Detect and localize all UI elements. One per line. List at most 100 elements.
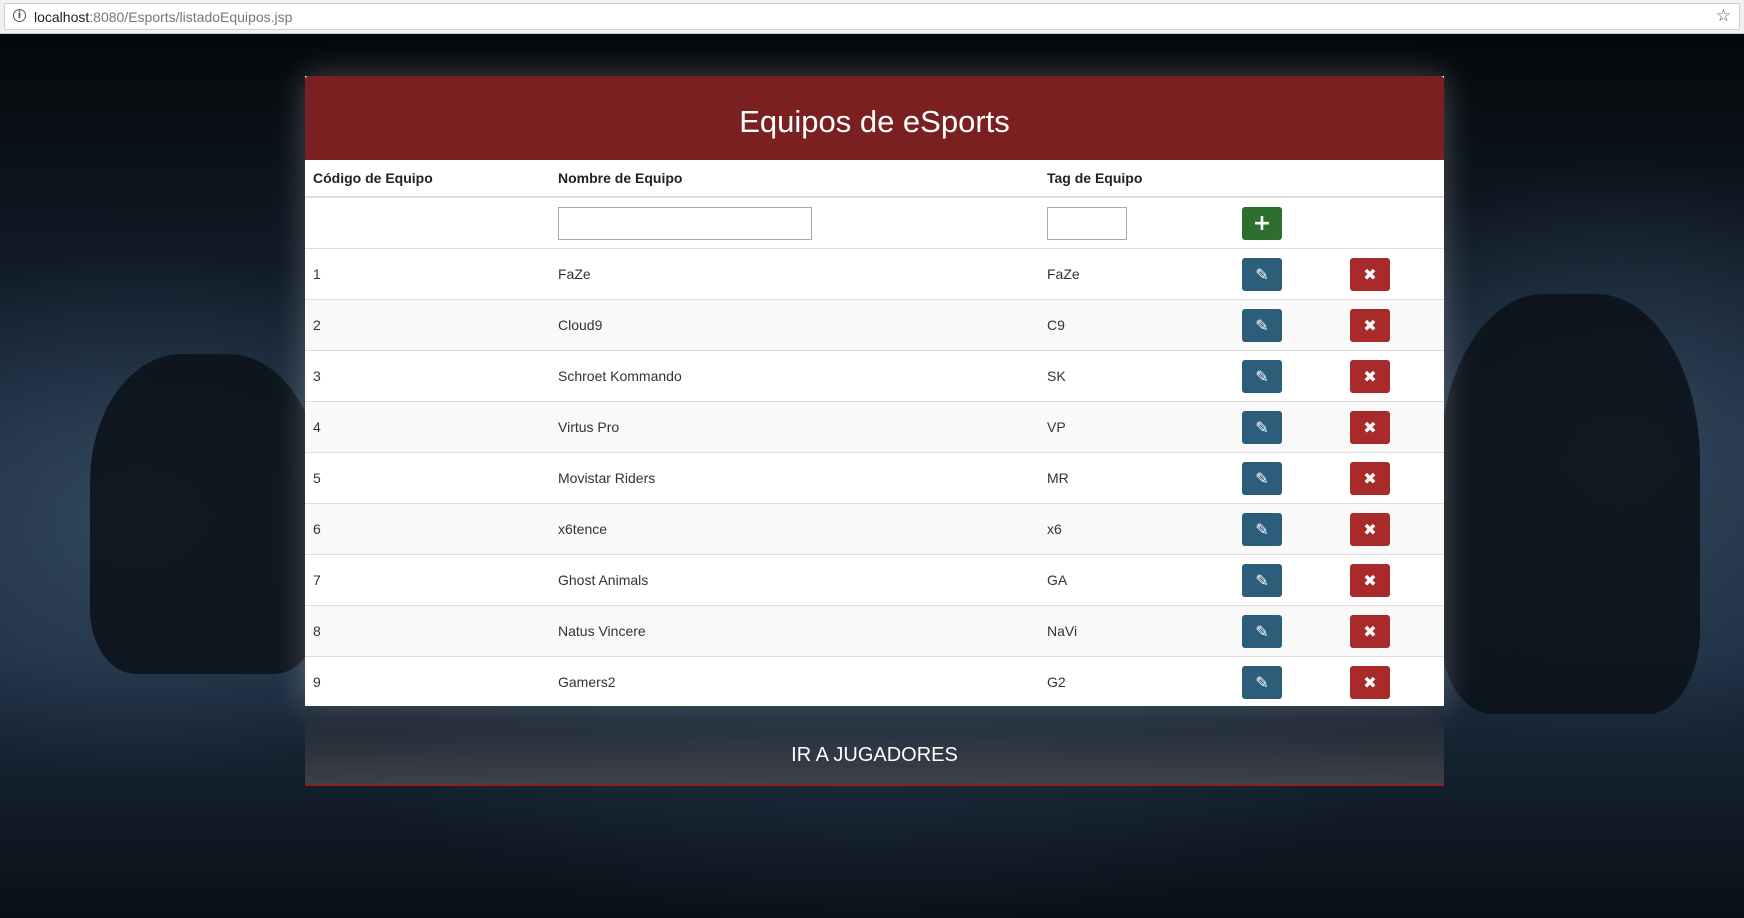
star-icon[interactable]: ☆	[1716, 6, 1731, 26]
go-to-players-link[interactable]: IR A JUGADORES	[305, 728, 1444, 782]
edit-button[interactable]: ✎	[1242, 614, 1282, 648]
new-tag-cell	[1039, 196, 1234, 249]
delete-cell: ✖	[1342, 656, 1444, 707]
close-icon: ✖	[1363, 468, 1377, 488]
url-text[interactable]: localhost:8080/Esports/listadoEquipos.js…	[34, 9, 292, 25]
new-nombre-cell	[550, 196, 1039, 249]
nombre-cell: Movistar Riders	[550, 452, 1039, 504]
delete-button[interactable]: ✖	[1350, 512, 1390, 546]
header-edit-col	[1234, 160, 1342, 198]
new-codigo-cell	[305, 196, 550, 249]
delete-button[interactable]: ✖	[1350, 461, 1390, 495]
table-row: 1 FaZe FaZe ✎ ✖	[305, 248, 1444, 300]
nombre-cell: Cloud9	[550, 299, 1039, 351]
delete-cell: ✖	[1342, 350, 1444, 402]
delete-cell: ✖	[1342, 401, 1444, 453]
pencil-icon: ✎	[1255, 672, 1269, 692]
codigo-cell: 4	[305, 401, 550, 453]
delete-cell: ✖	[1342, 452, 1444, 504]
codigo-cell: 8	[305, 605, 550, 657]
close-icon: ✖	[1363, 315, 1377, 335]
edit-button[interactable]: ✎	[1242, 359, 1282, 393]
nombre-cell: Virtus Pro	[550, 401, 1039, 453]
edit-cell: ✎	[1234, 503, 1342, 555]
new-empty-cell	[1342, 196, 1444, 249]
edit-button[interactable]: ✎	[1242, 308, 1282, 342]
teams-table: Código de Equipo Nombre de Equipo Tag de…	[305, 160, 1444, 707]
close-icon: ✖	[1363, 519, 1377, 539]
tag-cell: GA	[1039, 554, 1234, 606]
header-tag: Tag de Equipo	[1039, 160, 1234, 198]
codigo-cell: 9	[305, 656, 550, 707]
tag-input[interactable]	[1047, 206, 1127, 240]
edit-button[interactable]: ✎	[1242, 461, 1282, 495]
close-icon: ✖	[1363, 672, 1377, 692]
pencil-icon: ✎	[1255, 366, 1269, 386]
edit-button[interactable]: ✎	[1242, 563, 1282, 597]
edit-button[interactable]: ✎	[1242, 410, 1282, 444]
soldier-left-silhouette	[90, 354, 320, 674]
delete-button[interactable]: ✖	[1350, 308, 1390, 342]
close-icon: ✖	[1363, 366, 1377, 386]
edit-cell: ✎	[1234, 452, 1342, 504]
table-row: 6 x6tence x6 ✎ ✖	[305, 503, 1444, 555]
nombre-cell: Gamers2	[550, 656, 1039, 707]
pencil-icon: ✎	[1255, 570, 1269, 590]
table-row: 7 Ghost Animals GA ✎ ✖	[305, 554, 1444, 606]
tag-cell: x6	[1039, 503, 1234, 555]
close-icon: ✖	[1363, 417, 1377, 437]
nombre-cell: Ghost Animals	[550, 554, 1039, 606]
edit-cell: ✎	[1234, 248, 1342, 300]
delete-cell: ✖	[1342, 605, 1444, 657]
delete-button[interactable]: ✖	[1350, 563, 1390, 597]
header-codigo: Código de Equipo	[305, 160, 550, 198]
tag-cell: NaVi	[1039, 605, 1234, 657]
add-team-button[interactable]: +	[1242, 206, 1282, 240]
edit-button[interactable]: ✎	[1242, 257, 1282, 291]
table-row: 4 Virtus Pro VP ✎ ✖	[305, 401, 1444, 453]
pencil-icon: ✎	[1255, 621, 1269, 641]
delete-button[interactable]: ✖	[1350, 614, 1390, 648]
tag-cell: FaZe	[1039, 248, 1234, 300]
codigo-cell: 5	[305, 452, 550, 504]
footer-bar: IR A JUGADORES	[305, 706, 1444, 786]
pencil-icon: ✎	[1255, 468, 1269, 488]
codigo-cell: 3	[305, 350, 550, 402]
table-row: 8 Natus Vincere NaVi ✎ ✖	[305, 605, 1444, 657]
address-bar[interactable]: i localhost:8080/Esports/listadoEquipos.…	[4, 3, 1740, 30]
tag-cell: C9	[1039, 299, 1234, 351]
nombre-cell: Natus Vincere	[550, 605, 1039, 657]
table-row: 9 Gamers2 G2 ✎ ✖	[305, 656, 1444, 707]
codigo-cell: 6	[305, 503, 550, 555]
new-add-cell: +	[1234, 196, 1342, 249]
pencil-icon: ✎	[1255, 417, 1269, 437]
delete-button[interactable]: ✖	[1350, 665, 1390, 699]
pencil-icon: ✎	[1255, 264, 1269, 284]
pencil-icon: ✎	[1255, 519, 1269, 539]
edit-button[interactable]: ✎	[1242, 665, 1282, 699]
info-icon[interactable]: i	[13, 9, 26, 22]
nombre-cell: x6tence	[550, 503, 1039, 555]
soldier-right-silhouette	[1440, 294, 1700, 714]
delete-cell: ✖	[1342, 503, 1444, 555]
edit-cell: ✎	[1234, 350, 1342, 402]
nombre-cell: Schroet Kommando	[550, 350, 1039, 402]
delete-cell: ✖	[1342, 554, 1444, 606]
close-icon: ✖	[1363, 570, 1377, 590]
edit-cell: ✎	[1234, 401, 1342, 453]
codigo-cell: 1	[305, 248, 550, 300]
header-delete-col	[1342, 160, 1444, 198]
table-row: 3 Schroet Kommando SK ✎ ✖	[305, 350, 1444, 402]
edit-button[interactable]: ✎	[1242, 512, 1282, 546]
delete-cell: ✖	[1342, 299, 1444, 351]
plus-icon: +	[1252, 210, 1272, 236]
close-icon: ✖	[1363, 264, 1377, 284]
browser-toolbar: i localhost:8080/Esports/listadoEquipos.…	[0, 0, 1744, 34]
header-nombre: Nombre de Equipo	[550, 160, 1039, 198]
delete-button[interactable]: ✖	[1350, 410, 1390, 444]
tag-cell: MR	[1039, 452, 1234, 504]
nombre-input[interactable]	[558, 206, 812, 240]
delete-button[interactable]: ✖	[1350, 359, 1390, 393]
teams-panel: Equipos de eSports Código de Equipo Nomb…	[305, 76, 1444, 707]
delete-button[interactable]: ✖	[1350, 257, 1390, 291]
